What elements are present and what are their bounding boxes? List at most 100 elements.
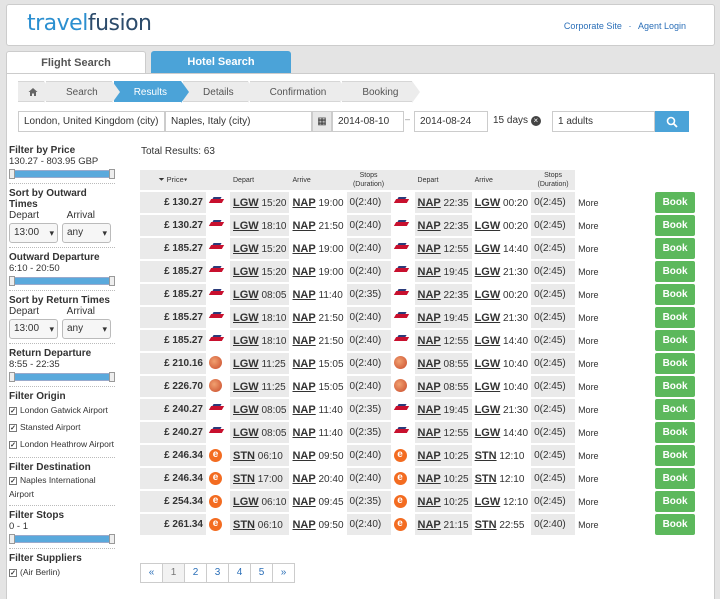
- book-button[interactable]: Book: [655, 215, 696, 236]
- book-button[interactable]: Book: [655, 445, 696, 466]
- out-depart-header[interactable]: Depart: [230, 170, 290, 190]
- airport-code[interactable]: STN: [233, 473, 255, 485]
- airport-code[interactable]: LGW: [233, 335, 259, 347]
- outward-arrival-select[interactable]: any: [62, 223, 111, 243]
- more-link[interactable]: More: [575, 468, 655, 489]
- airport-code[interactable]: NAP: [418, 473, 441, 485]
- crumb-confirmation[interactable]: Confirmation: [249, 81, 349, 103]
- book-button[interactable]: Book: [655, 238, 696, 259]
- airport-code[interactable]: NAP: [418, 358, 441, 370]
- airport-code[interactable]: LGW: [475, 220, 501, 232]
- airport-code[interactable]: STN: [475, 473, 497, 485]
- ret-stops-header[interactable]: Stops (Duration): [531, 170, 576, 190]
- airport-code[interactable]: LGW: [475, 335, 501, 347]
- adults-select[interactable]: 1 adults: [552, 111, 655, 132]
- airport-code[interactable]: NAP: [292, 427, 315, 439]
- outward-departure-slider[interactable]: [9, 276, 115, 286]
- more-link[interactable]: More: [575, 330, 655, 351]
- airport-code[interactable]: NAP: [418, 312, 441, 324]
- airport-code[interactable]: NAP: [418, 404, 441, 416]
- airport-code[interactable]: NAP: [292, 404, 315, 416]
- more-link[interactable]: More: [575, 353, 655, 374]
- airport-code[interactable]: NAP: [418, 243, 441, 255]
- outward-depart-select[interactable]: 13:00: [9, 223, 58, 243]
- travelfusion-logo[interactable]: travelfusion: [27, 11, 152, 36]
- airport-code[interactable]: LGW: [233, 427, 259, 439]
- slider-handle[interactable]: [9, 372, 15, 382]
- crumb-booking[interactable]: Booking: [342, 81, 421, 103]
- clear-icon[interactable]: ×: [530, 116, 541, 126]
- more-link[interactable]: More: [575, 376, 655, 397]
- airport-code[interactable]: LGW: [233, 243, 259, 255]
- airport-code[interactable]: NAP: [292, 243, 315, 255]
- depart-date-input[interactable]: 2014-08-10: [332, 111, 404, 132]
- tab-flight-search[interactable]: Flight Search: [6, 51, 146, 74]
- airport-code[interactable]: NAP: [292, 266, 315, 278]
- book-button[interactable]: Book: [655, 307, 696, 328]
- more-link[interactable]: More: [575, 491, 655, 512]
- page-next[interactable]: »: [272, 563, 295, 583]
- out-stops-header[interactable]: Stops (Duration): [346, 170, 391, 190]
- price-sort-header[interactable]: ⏷ Price▾: [140, 170, 206, 190]
- airport-code[interactable]: NAP: [292, 197, 315, 209]
- tab-hotel-search[interactable]: Hotel Search: [151, 51, 291, 74]
- book-button[interactable]: Book: [655, 468, 696, 489]
- airport-code[interactable]: NAP: [292, 312, 315, 324]
- airport-code[interactable]: LGW: [233, 496, 259, 508]
- slider-handle[interactable]: [9, 534, 15, 544]
- airport-code[interactable]: NAP: [418, 220, 441, 232]
- more-link[interactable]: More: [575, 399, 655, 420]
- airport-code[interactable]: NAP: [418, 519, 441, 531]
- book-button[interactable]: Book: [655, 192, 696, 213]
- airport-code[interactable]: NAP: [418, 197, 441, 209]
- more-link[interactable]: More: [575, 445, 655, 466]
- origin-checkbox-stansted[interactable]: ✓ Stansted Airport: [9, 419, 115, 436]
- out-arrive-header[interactable]: Arrive: [289, 170, 347, 190]
- airport-code[interactable]: LGW: [475, 312, 501, 324]
- airport-code[interactable]: STN: [475, 519, 497, 531]
- airport-code[interactable]: NAP: [292, 220, 315, 232]
- book-button[interactable]: Book: [655, 376, 696, 397]
- airport-code[interactable]: LGW: [475, 404, 501, 416]
- airport-code[interactable]: NAP: [292, 519, 315, 531]
- airport-code[interactable]: LGW: [475, 496, 501, 508]
- book-button[interactable]: Book: [655, 284, 696, 305]
- airport-code[interactable]: NAP: [292, 358, 315, 370]
- more-link[interactable]: More: [575, 307, 655, 328]
- page-1[interactable]: 1: [162, 563, 185, 583]
- airport-code[interactable]: LGW: [233, 358, 259, 370]
- slider-handle[interactable]: [109, 372, 115, 382]
- corporate-site-link[interactable]: Corporate Site: [564, 21, 622, 31]
- airport-code[interactable]: NAP: [292, 381, 315, 393]
- page-3[interactable]: 3: [206, 563, 229, 583]
- airport-code[interactable]: LGW: [475, 427, 501, 439]
- slider-handle[interactable]: [9, 276, 15, 286]
- airport-code[interactable]: LGW: [233, 381, 259, 393]
- airport-code[interactable]: NAP: [418, 496, 441, 508]
- airport-code[interactable]: NAP: [418, 427, 441, 439]
- page-prev[interactable]: «: [140, 563, 163, 583]
- ret-arrive-header[interactable]: Arrive: [471, 170, 532, 190]
- return-date-input[interactable]: 2014-08-24: [414, 111, 488, 132]
- airport-code[interactable]: LGW: [233, 289, 259, 301]
- supplier-checkbox-airberlin[interactable]: ✓ (Air Berlin): [9, 564, 115, 581]
- airport-code[interactable]: LGW: [233, 312, 259, 324]
- airport-code[interactable]: NAP: [292, 289, 315, 301]
- home-icon[interactable]: [18, 81, 52, 103]
- return-departure-slider[interactable]: [9, 372, 115, 382]
- page-2[interactable]: 2: [184, 563, 207, 583]
- book-button[interactable]: Book: [655, 514, 696, 535]
- book-button[interactable]: Book: [655, 353, 696, 374]
- crumb-details[interactable]: Details: [183, 81, 256, 103]
- book-button[interactable]: Book: [655, 330, 696, 351]
- crumb-search[interactable]: Search: [46, 81, 120, 103]
- book-button[interactable]: Book: [655, 422, 696, 443]
- airport-code[interactable]: NAP: [292, 496, 315, 508]
- airport-code[interactable]: STN: [233, 450, 255, 462]
- ret-depart-header[interactable]: Depart: [414, 170, 472, 190]
- airport-code[interactable]: LGW: [475, 381, 501, 393]
- origin-checkbox-heathrow[interactable]: ✓ London Heathrow Airport: [9, 436, 115, 453]
- airport-code[interactable]: LGW: [475, 289, 501, 301]
- slider-handle[interactable]: [109, 534, 115, 544]
- more-link[interactable]: More: [575, 261, 655, 282]
